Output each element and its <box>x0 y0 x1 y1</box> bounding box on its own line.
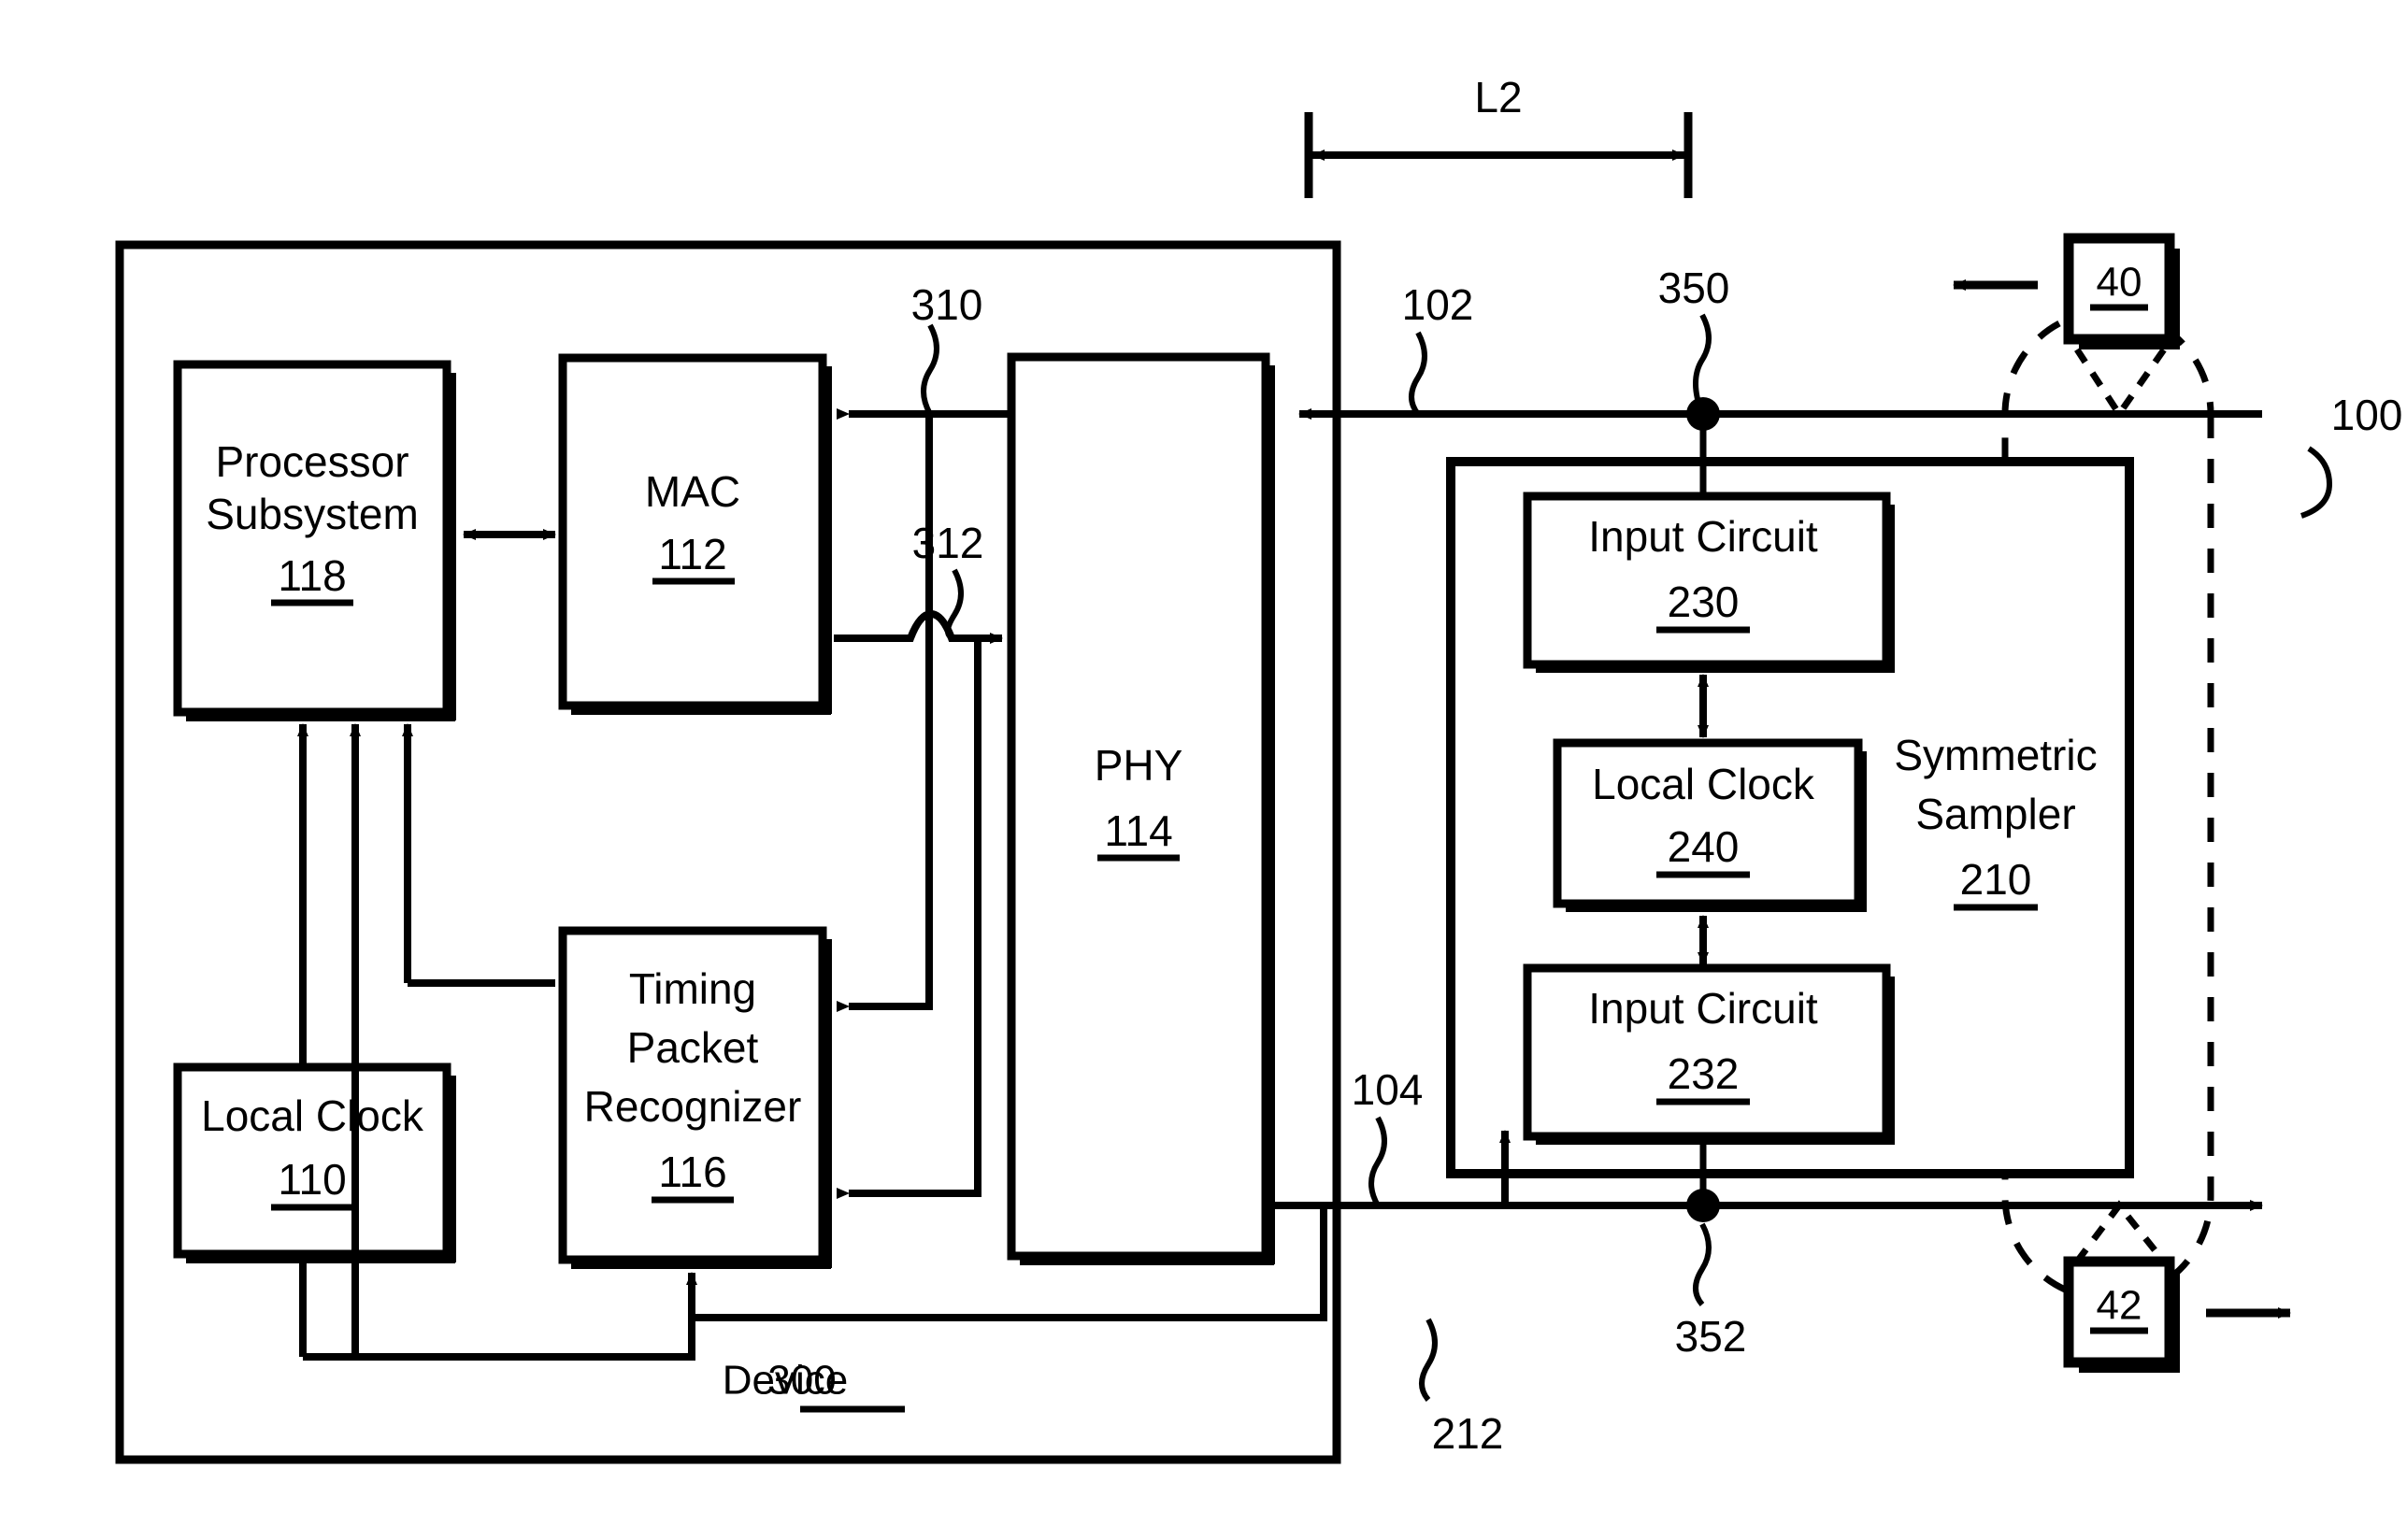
sampler-title-line2: Sampler <box>1915 790 2075 838</box>
dimension-L2 <box>1304 112 1693 198</box>
processor-subsystem-line1: Processor <box>215 437 408 486</box>
ref-212: 212 <box>1432 1409 1504 1458</box>
tag-42-label: 42 <box>2097 1283 2142 1329</box>
patent-figure: Processor Subsystem 118 MAC 112 PHY 114 … <box>0 0 2407 1540</box>
figure-canvas: Processor Subsystem 118 MAC 112 PHY 114 … <box>115 73 2403 1464</box>
local-clock-240-number: 240 <box>1668 822 1740 871</box>
input-circuit-232-text: Input Circuit <box>1588 984 1818 1033</box>
tag-40-label: 40 <box>2097 260 2142 306</box>
tpr-line1: Timing <box>629 964 756 1013</box>
ref-312: 312 <box>912 519 984 567</box>
ref-352: 352 <box>1675 1312 1747 1361</box>
input-circuit-230-number: 230 <box>1668 578 1740 626</box>
phy-line1: PHY <box>1095 741 1183 790</box>
processor-subsystem-box <box>173 360 456 721</box>
dimension-L2-label: L2 <box>1474 73 1522 121</box>
processor-subsystem-number: 118 <box>278 551 346 600</box>
mac-line1: MAC <box>645 467 740 516</box>
device-label-number: 300 <box>767 1358 836 1404</box>
ref-310: 310 <box>911 280 983 329</box>
local-clock-240-text: Local Clock <box>1592 760 1815 808</box>
input-circuit-232-number: 232 <box>1668 1049 1740 1098</box>
sampler-title-line1: Symmetric <box>1894 731 2097 779</box>
tag-40 <box>1953 233 2180 421</box>
tpr-line2: Packet <box>627 1023 759 1072</box>
ref-102: 102 <box>1402 280 1474 329</box>
dimension-label: L2 <box>1474 73 1522 121</box>
tpr-line3: Recognizer <box>584 1082 802 1131</box>
local-clock-110-line1: Local Clock <box>201 1091 424 1140</box>
tpr-number: 116 <box>658 1148 726 1196</box>
input-circuit-230-text: Input Circuit <box>1588 512 1818 561</box>
phy-number: 114 <box>1104 806 1172 855</box>
ref-100: 100 <box>2331 391 2403 439</box>
local-clock-110-number: 110 <box>278 1155 346 1204</box>
processor-subsystem-line2: Subsystem <box>206 490 419 538</box>
mac-number: 112 <box>658 530 726 578</box>
sampler-number: 210 <box>1960 855 2032 904</box>
ref-104: 104 <box>1352 1065 1424 1114</box>
ref-350: 350 <box>1658 264 1730 312</box>
